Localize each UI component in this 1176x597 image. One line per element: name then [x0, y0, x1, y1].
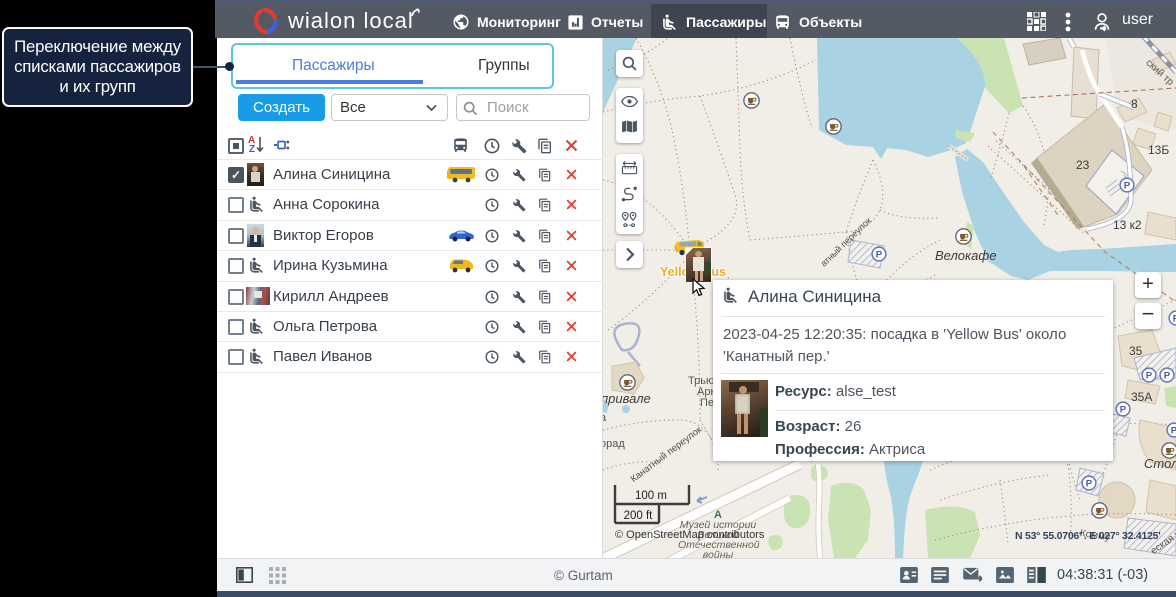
svg-text:P: P [1171, 426, 1176, 437]
svg-text:P: P [1124, 181, 1131, 192]
svg-text:P: P [1146, 371, 1153, 382]
svg-text:200 ft: 200 ft [624, 510, 654, 522]
svg-text:P: P [1164, 371, 1171, 382]
svg-text:P: P [876, 250, 883, 261]
svg-text:P: P [1086, 479, 1093, 490]
svg-text:P: P [1120, 405, 1127, 416]
svg-text:100 m: 100 m [635, 490, 667, 502]
